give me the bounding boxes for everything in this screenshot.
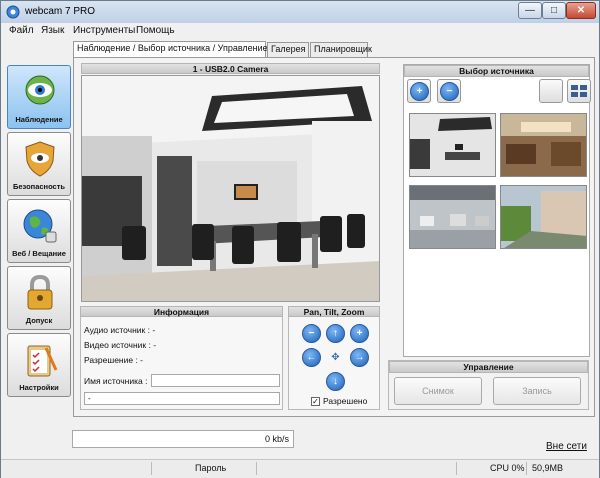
tilt-down-button[interactable]: ↓ xyxy=(326,372,345,391)
source-thumbnail[interactable] xyxy=(500,113,587,177)
record-button[interactable]: Запись xyxy=(493,377,581,405)
minimize-button[interactable]: — xyxy=(518,2,542,19)
camera-view[interactable] xyxy=(81,75,380,302)
globe-icon xyxy=(23,209,57,243)
shield-icon xyxy=(25,141,55,177)
audio-source-text: Аудио источник : - xyxy=(84,325,156,335)
video-source-text: Видео источник : - xyxy=(84,340,157,350)
tab-surveillance[interactable]: Наблюдение / Выбор источника / Управлени… xyxy=(73,41,268,58)
offline-link[interactable]: Вне сети xyxy=(546,441,587,452)
grid-icon xyxy=(571,85,587,97)
resolution-text: Разрешение : - xyxy=(84,355,144,365)
zoom-in-button[interactable]: + xyxy=(350,324,369,343)
window-title: webcam 7 PRO xyxy=(25,6,96,17)
source-thumbnail[interactable] xyxy=(500,185,587,249)
status-password[interactable]: Пароль xyxy=(195,463,226,473)
tilt-up-button[interactable]: ↑ xyxy=(326,324,345,343)
sidebar-item-label: Веб / Вещание xyxy=(12,249,66,258)
tab-scheduler[interactable]: Планировщик xyxy=(310,42,372,57)
app-icon xyxy=(6,5,20,19)
pan-left-button[interactable]: ← xyxy=(302,348,321,367)
menu-file[interactable]: Файл xyxy=(9,25,34,36)
ptz-enabled-checkbox[interactable]: ✓ xyxy=(311,397,320,406)
ptz-enabled-label: Разрешено xyxy=(323,396,368,406)
bandwidth-indicator: 0 kb/s xyxy=(72,430,294,448)
status-memory: 50,9MB xyxy=(532,463,564,473)
sidebar-item-settings[interactable]: Настройки xyxy=(7,333,71,397)
app-window: webcam 7 PRO — □ ✕ Файл Язык Инструменты… xyxy=(0,0,600,478)
single-view-button[interactable] xyxy=(539,79,563,103)
sidebar-item-label: Допуск xyxy=(25,316,53,325)
source-thumbnail[interactable] xyxy=(409,185,496,249)
source-select-panel: Выбор источника + − xyxy=(403,64,591,357)
center-icon[interactable]: ✥ xyxy=(326,348,345,367)
sidebar-item-label: Безопасность xyxy=(12,182,66,191)
camera-image xyxy=(82,76,379,301)
control-title: Управление xyxy=(389,361,588,373)
sidebar-item-web[interactable]: Веб / Вещание xyxy=(7,199,71,263)
remove-icon: − xyxy=(440,82,459,101)
menu-bar: Файл Язык Инструменты Помощь xyxy=(1,23,599,39)
remove-source-button[interactable]: − xyxy=(437,79,461,103)
title-bar: webcam 7 PRO — □ ✕ xyxy=(1,1,599,23)
menu-language[interactable]: Язык xyxy=(41,25,64,36)
sidebar-item-label: Настройки xyxy=(19,383,59,392)
source-name-input[interactable] xyxy=(151,374,280,387)
sidebar-item-label: Наблюдение xyxy=(15,115,63,124)
sidebar-item-surveillance[interactable]: Наблюдение xyxy=(7,65,71,129)
control-panel: Управление Снимок Запись xyxy=(388,360,589,410)
menu-tools[interactable]: Инструменты xyxy=(73,25,135,36)
pan-right-button[interactable]: → xyxy=(350,348,369,367)
maximize-button[interactable]: □ xyxy=(542,2,566,19)
source-select-title: Выбор источника xyxy=(404,65,589,77)
add-source-button[interactable]: + xyxy=(407,79,431,103)
status-cpu: CPU 0% xyxy=(490,463,525,473)
tab-gallery[interactable]: Галерея xyxy=(267,42,309,57)
ptz-title: Pan, Tilt, Zoom xyxy=(288,306,380,317)
source-name-label: Имя источника : xyxy=(84,376,148,386)
snapshot-button[interactable]: Снимок xyxy=(394,377,482,405)
clipboard-icon xyxy=(27,345,58,377)
source-extra-field[interactable]: - xyxy=(84,392,280,405)
menu-help[interactable]: Помощь xyxy=(136,25,175,36)
bandwidth-text: 0 kb/s xyxy=(264,434,289,444)
add-icon: + xyxy=(410,82,429,101)
sidebar-item-security[interactable]: Безопасность xyxy=(7,132,71,196)
info-title: Информация xyxy=(80,306,283,317)
grid-view-button[interactable] xyxy=(567,79,591,103)
status-bar: Пароль CPU 0% 50,9MB xyxy=(1,459,599,478)
sidebar: Наблюдение Безопасность Веб / Вещание До… xyxy=(7,65,73,405)
eye-icon xyxy=(25,75,55,105)
close-button[interactable]: ✕ xyxy=(566,2,596,19)
source-thumbnail[interactable] xyxy=(409,113,496,177)
info-panel: Аудио источник : - Видео источник : - Ра… xyxy=(80,317,283,410)
zoom-out-button[interactable]: − xyxy=(302,324,321,343)
camera-title: 1 - USB2.0 Camera xyxy=(81,63,380,74)
sidebar-item-access[interactable]: Допуск xyxy=(7,266,71,330)
ptz-panel: − ↑ + ← ✥ → ↓ ✓ Разрешено xyxy=(288,317,380,410)
padlock-icon xyxy=(27,274,53,310)
